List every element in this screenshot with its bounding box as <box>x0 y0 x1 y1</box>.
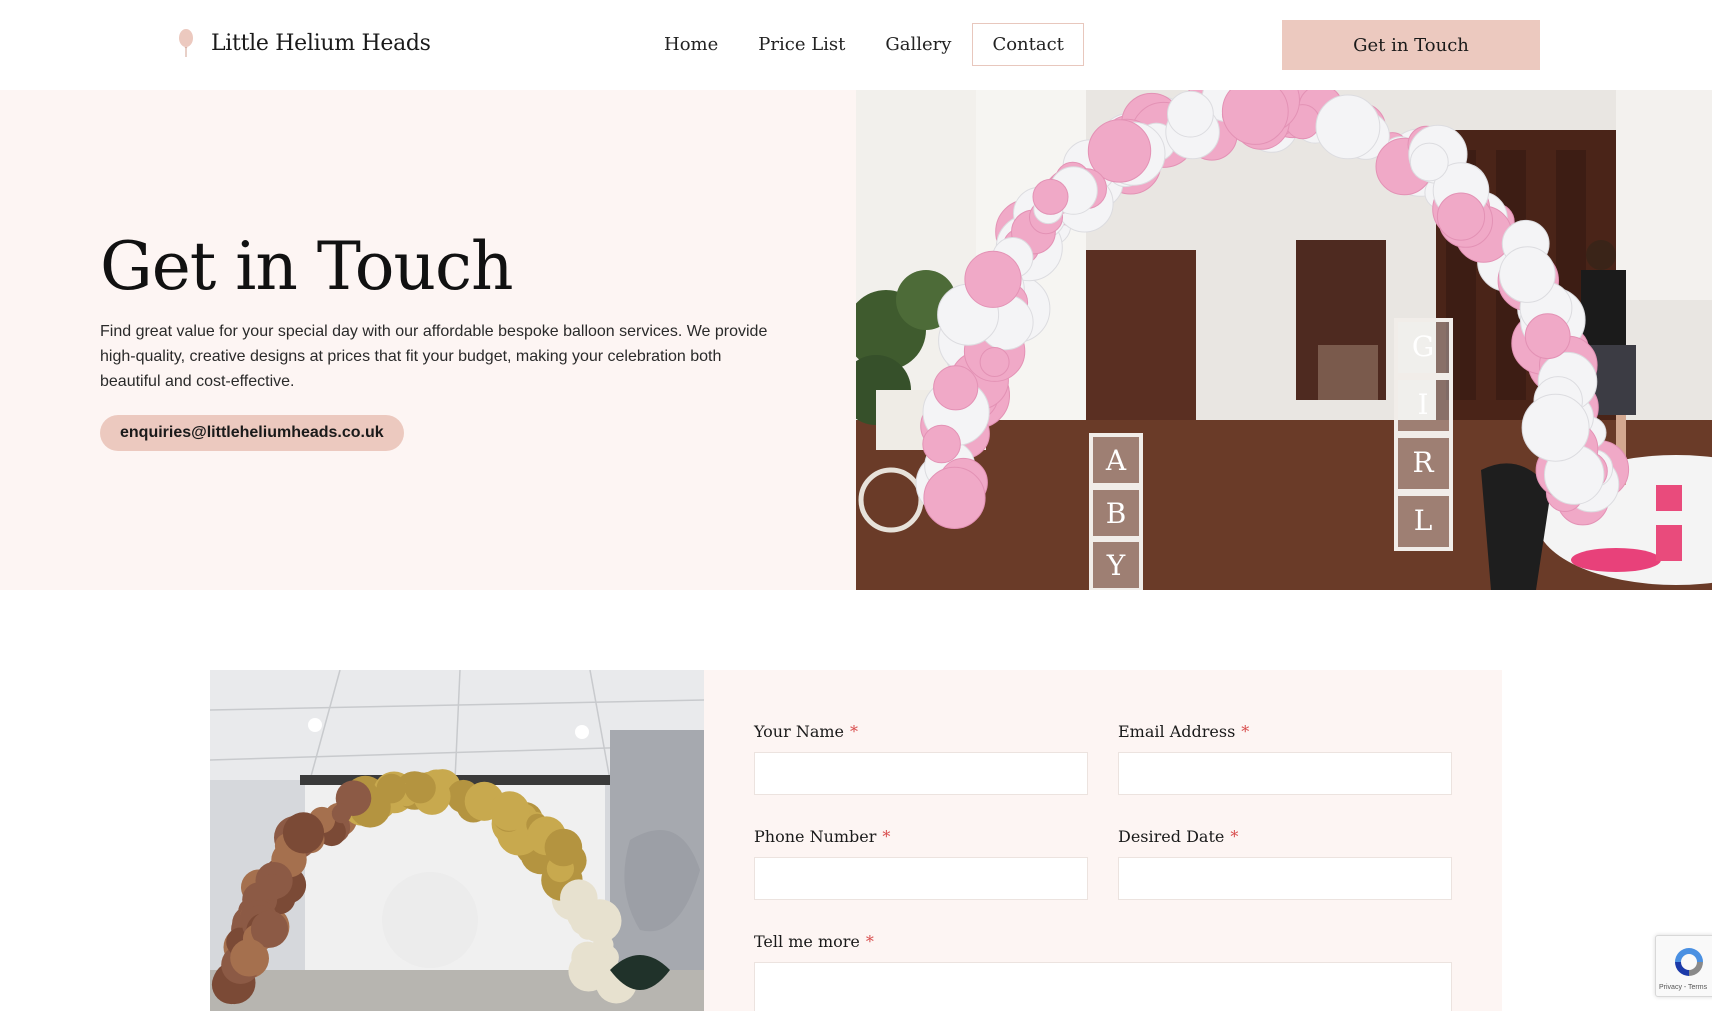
phone-label: Phone Number * <box>754 827 891 846</box>
main-nav: Home Price List Gallery Contact <box>645 23 1086 66</box>
balloon <box>923 466 986 529</box>
balloon <box>1524 313 1571 360</box>
email-link[interactable]: enquiries@littleheliumheads.co.uk <box>100 415 404 451</box>
hero-description: Find great value for your special day wi… <box>100 323 768 390</box>
balloon <box>979 347 1010 377</box>
site-logo[interactable]: Little Helium Heads <box>175 28 431 58</box>
box-letter: R <box>1412 446 1434 479</box>
balloon <box>1409 142 1449 182</box>
balloon-icon <box>179 29 193 57</box>
balloon <box>282 812 325 854</box>
get-in-touch-button[interactable]: Get in Touch <box>1282 20 1540 70</box>
name-label: Your Name * <box>754 722 859 741</box>
balloon <box>1499 246 1556 303</box>
balloon <box>922 424 961 464</box>
box-letter: B <box>1106 497 1127 530</box>
balloon <box>1436 192 1486 241</box>
phone-input[interactable] <box>754 857 1088 900</box>
balloon <box>230 939 268 977</box>
site-header: Little Helium Heads Home Price List Gall… <box>0 0 1712 90</box>
nav-price-list[interactable]: Price List <box>739 24 864 65</box>
balloon <box>571 941 604 974</box>
balloon <box>404 772 436 804</box>
message-textarea[interactable] <box>754 962 1452 1011</box>
nav-contact[interactable]: Contact <box>972 23 1084 66</box>
hero-section: Get in Touch Find great value for your s… <box>0 90 1712 590</box>
balloon <box>964 250 1022 308</box>
box-letter: I <box>1417 388 1428 421</box>
balloon <box>331 803 352 824</box>
message-label: Tell me more * <box>754 932 874 951</box>
date-input[interactable] <box>1118 857 1452 900</box>
box-letter: A <box>1105 444 1127 477</box>
email-label: Email Address * <box>1118 722 1250 741</box>
form-balloon-arch-image <box>210 670 704 1011</box>
nav-home[interactable]: Home <box>645 24 737 65</box>
box-letter: Y <box>1106 549 1126 582</box>
balloon <box>258 874 286 901</box>
recaptcha-badge[interactable]: Privacy - Terms <box>1655 935 1712 997</box>
balloon <box>1032 178 1069 215</box>
balloon-arch-photo: A B Y G I R L <box>856 90 1712 590</box>
gold-arch-photo <box>210 670 704 1011</box>
balloon <box>376 773 407 804</box>
recaptcha-privacy-terms[interactable]: Privacy - Terms <box>1659 984 1707 991</box>
contact-form: Your Name * Email Address * Phone Number * … <box>704 670 1502 1011</box>
box-letter: L <box>1414 504 1433 537</box>
balloon <box>574 907 601 933</box>
nav-gallery[interactable]: Gallery <box>866 24 970 65</box>
page-title: Get in Touch <box>100 228 513 305</box>
logo-text: Little Helium Heads <box>211 30 431 56</box>
recaptcha-icon <box>1675 948 1703 976</box>
balloon <box>1521 393 1590 462</box>
name-input[interactable] <box>754 752 1088 795</box>
email-input[interactable] <box>1118 752 1452 795</box>
balloon <box>489 791 530 831</box>
date-label: Desired Date * <box>1118 827 1239 846</box>
balloon <box>933 365 979 411</box>
balloon <box>1315 94 1381 160</box>
balloon <box>544 828 583 867</box>
balloon <box>1167 90 1214 138</box>
box-letter: G <box>1412 330 1434 363</box>
hero-balloon-arch-image: A B Y G I R L <box>856 90 1712 590</box>
